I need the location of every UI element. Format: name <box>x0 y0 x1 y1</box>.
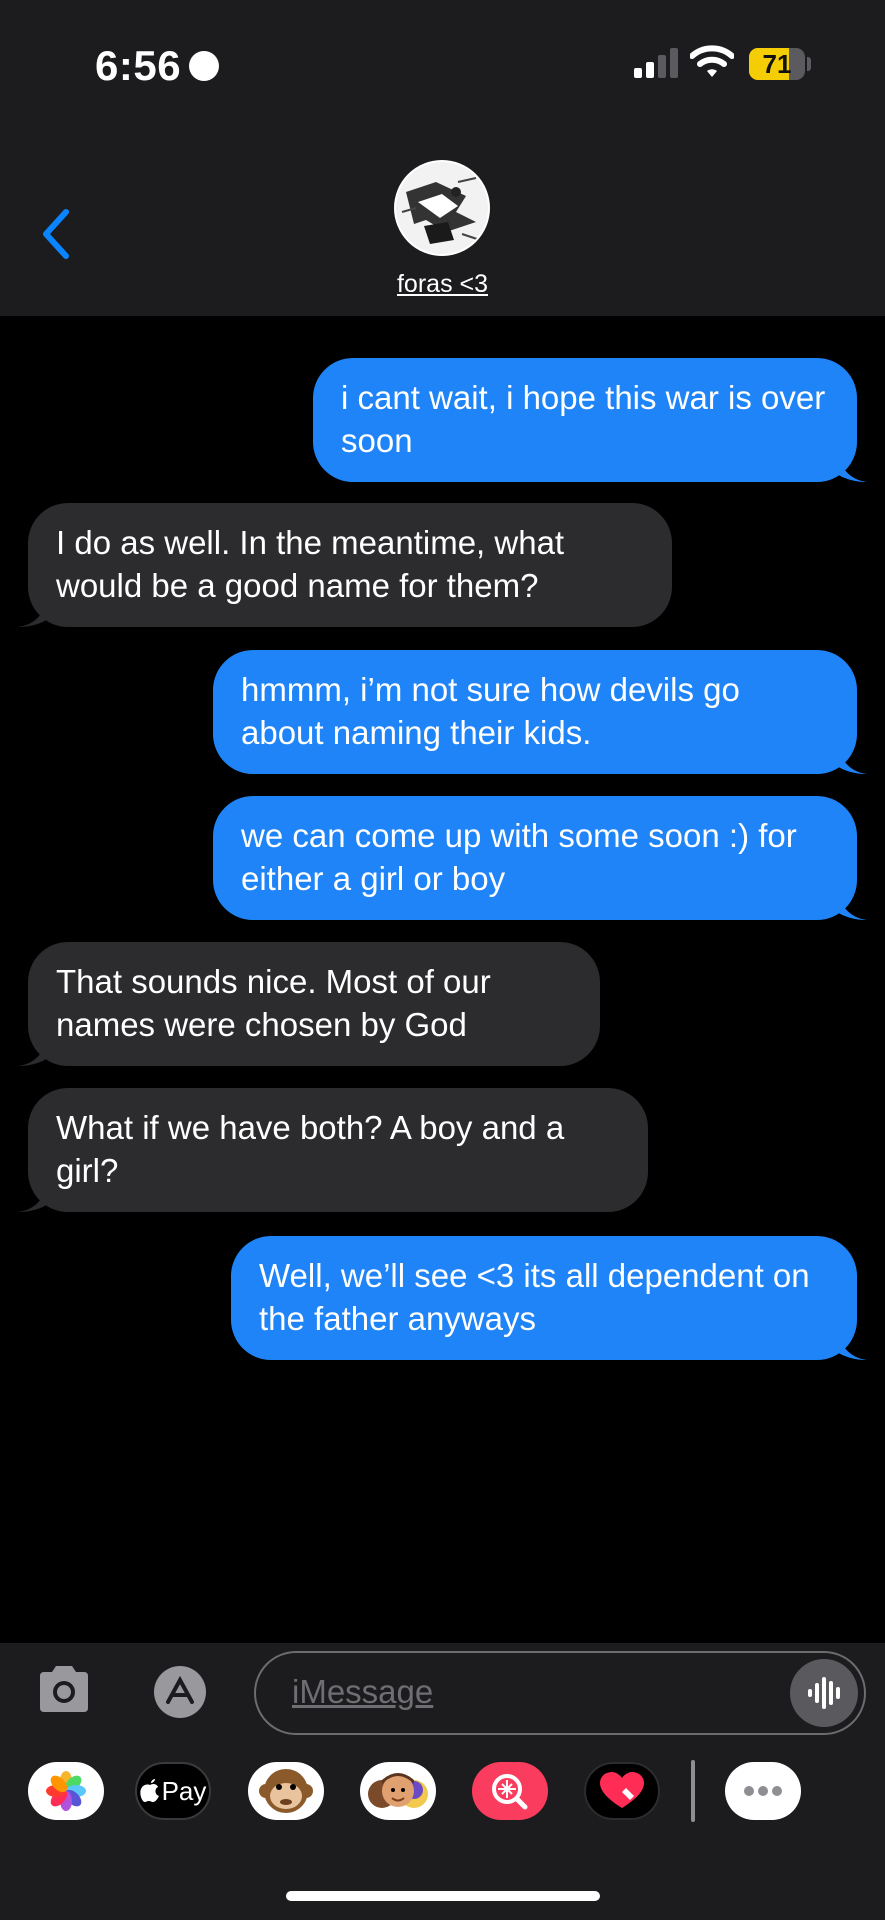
bubble-tail <box>837 890 867 920</box>
message-text: What if we have both? A boy and a girl? <box>56 1109 565 1189</box>
drawer-divider <box>691 1760 695 1822</box>
battery-percentage: 71 <box>762 48 792 79</box>
message-bubble-received[interactable]: That sounds nice. Most of our names were… <box>18 942 600 1066</box>
photos-app-icon <box>46 1771 86 1811</box>
avatar-image <box>396 162 488 254</box>
message-text: I do as well. In the meantime, what woul… <box>56 524 565 604</box>
back-chevron-icon[interactable] <box>36 206 76 262</box>
more-apps-button[interactable] <box>725 1762 801 1820</box>
battery-indicator: 71 <box>749 48 805 80</box>
message-text: That sounds nice. Most of our names were… <box>56 963 491 1043</box>
status-time-text: 6:56 <box>95 42 182 89</box>
message-input-placeholder: iMessage <box>292 1673 434 1710</box>
message-text: we can come up with some soon :) for eit… <box>241 817 797 897</box>
message-bubble-received[interactable]: What if we have both? A boy and a girl? <box>18 1088 648 1212</box>
memoji-monkey-button[interactable] <box>248 1762 324 1820</box>
message-bubble-sent[interactable]: i cant wait, i hope this war is over soo… <box>313 358 867 482</box>
image-search-button[interactable] <box>472 1762 548 1820</box>
home-indicator[interactable] <box>286 1891 600 1901</box>
bubble-tail <box>18 1036 48 1066</box>
waveform-icon <box>808 1677 840 1709</box>
app-store-icon[interactable] <box>142 1664 218 1720</box>
digital-touch-heart-icon <box>600 1772 644 1808</box>
bubble-tail <box>837 744 867 774</box>
photos-app-button[interactable] <box>28 1762 104 1820</box>
camera-icon[interactable] <box>36 1664 92 1714</box>
image-search-icon <box>492 1774 528 1810</box>
message-bubble-received[interactable]: I do as well. In the meantime, what woul… <box>18 503 672 627</box>
status-time: 6:56 <box>95 42 220 90</box>
focus-indicator-icon <box>189 51 220 81</box>
contact-avatar[interactable] <box>394 160 490 256</box>
apple-pay-label: Pay <box>161 1775 207 1806</box>
contact-name[interactable]: foras <3 <box>0 270 885 299</box>
bubble-tail <box>837 1330 867 1360</box>
message-text: Well, we’ll see <3 its all dependent on … <box>259 1257 810 1337</box>
memoji-stickers-icon <box>368 1773 428 1808</box>
message-bubble-sent[interactable]: hmmm, i’m not sure how devils go about n… <box>213 650 867 774</box>
message-bubble-sent[interactable]: Well, we’ll see <3 its all dependent on … <box>231 1236 867 1360</box>
message-text: hmmm, i’m not sure how devils go about n… <box>241 671 740 751</box>
memoji-monkey-icon <box>259 1769 313 1813</box>
wifi-icon <box>690 45 734 77</box>
bubble-tail <box>18 1182 48 1212</box>
apple-logo-icon <box>139 1779 159 1802</box>
digital-touch-button[interactable] <box>584 1762 660 1820</box>
more-apps-icon <box>744 1786 782 1796</box>
bubble-tail <box>837 452 867 482</box>
message-text: i cant wait, i hope this war is over soo… <box>341 379 826 459</box>
bubble-tail <box>18 597 48 627</box>
memoji-stickers-button[interactable] <box>360 1762 436 1820</box>
cellular-signal-icon <box>634 48 678 78</box>
message-bubble-sent[interactable]: we can come up with some soon :) for eit… <box>213 796 867 920</box>
apple-pay-button[interactable]: Pay <box>135 1762 211 1820</box>
message-input[interactable]: iMessage <box>254 1651 866 1735</box>
audio-message-button[interactable] <box>790 1659 858 1727</box>
battery-cap <box>807 57 811 71</box>
